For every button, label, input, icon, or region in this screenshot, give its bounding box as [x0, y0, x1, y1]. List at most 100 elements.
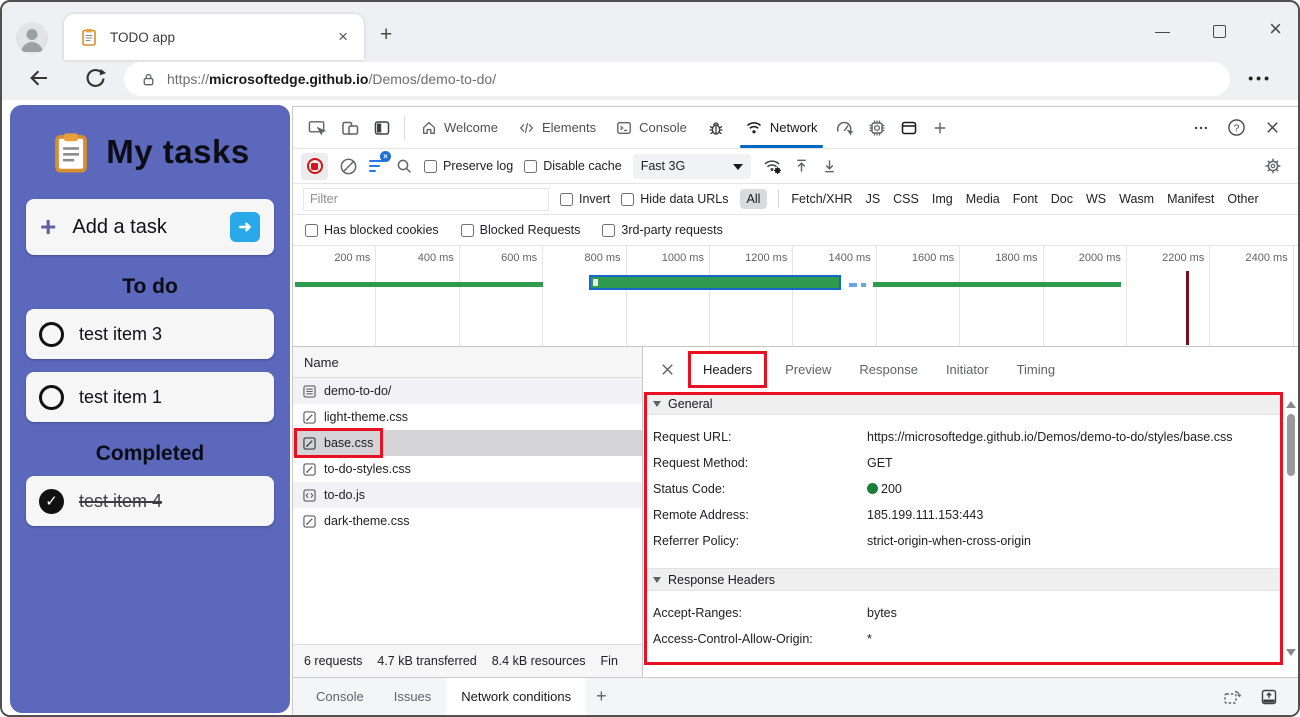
- browser-tab[interactable]: TODO app ×: [64, 14, 364, 60]
- task-item[interactable]: test item 1: [26, 372, 274, 422]
- profile-avatar[interactable]: [16, 22, 48, 54]
- task-checkbox-icon[interactable]: [39, 321, 64, 347]
- window-close-button[interactable]: ×: [1269, 16, 1282, 42]
- network-overview-timeline[interactable]: 200 ms 400 ms 600 ms 800 ms 1000 ms 1200…: [293, 246, 1298, 347]
- tab-label: Network: [769, 120, 818, 135]
- export-har-icon[interactable]: [821, 157, 838, 175]
- request-row-selected[interactable]: base.css: [293, 430, 642, 456]
- filter-type-all[interactable]: All: [739, 189, 768, 209]
- has-blocked-cookies-checkbox[interactable]: Has blocked cookies: [305, 223, 439, 237]
- search-button[interactable]: [395, 157, 413, 175]
- network-conditions-icon[interactable]: [762, 157, 782, 175]
- request-row[interactable]: dark-theme.css: [293, 508, 642, 534]
- record-button[interactable]: [301, 152, 328, 180]
- add-task-button[interactable]: + Add a task ➜: [26, 199, 274, 255]
- panel-layout-button[interactable]: [366, 119, 398, 137]
- layout-drawer-icon[interactable]: [893, 119, 925, 137]
- submit-task-button[interactable]: ➜: [230, 212, 260, 242]
- help-icon[interactable]: ?: [1220, 118, 1253, 137]
- inspect-element-button[interactable]: [301, 119, 334, 137]
- checkbox-icon: [424, 159, 437, 173]
- filter-type[interactable]: Img: [931, 192, 954, 206]
- filter-type[interactable]: Fetch/XHR: [790, 192, 853, 206]
- scroll-down-icon[interactable]: [1286, 649, 1296, 661]
- tab-welcome[interactable]: Welcome: [411, 107, 508, 148]
- address-bar[interactable]: https://microsoftedge.github.io/Demos/de…: [124, 62, 1230, 96]
- new-tab-button[interactable]: +: [380, 24, 392, 45]
- preserve-log-checkbox[interactable]: Preserve log: [424, 159, 513, 173]
- browser-menu-button[interactable]: •••: [1248, 70, 1272, 86]
- clear-button[interactable]: [339, 157, 358, 176]
- task-item-completed[interactable]: ✓ test item 4: [26, 476, 274, 526]
- filter-input[interactable]: [303, 187, 549, 211]
- summary-transferred: 4.7 kB transferred: [377, 654, 477, 668]
- refresh-button[interactable]: [84, 67, 107, 90]
- disable-cache-checkbox[interactable]: Disable cache: [524, 159, 622, 173]
- filter-type[interactable]: Wasm: [1118, 192, 1155, 206]
- hide-data-urls-checkbox[interactable]: Hide data URLs: [621, 192, 729, 206]
- blocked-requests-checkbox[interactable]: Blocked Requests: [460, 223, 580, 237]
- filter-toggle-button[interactable]: ×: [369, 151, 391, 175]
- response-headers-section-header[interactable]: Response Headers: [644, 568, 1283, 591]
- dock-panel-icon[interactable]: [1260, 688, 1278, 706]
- timeline-tick: 1200 ms: [710, 246, 794, 346]
- filter-type[interactable]: Media: [965, 192, 1001, 206]
- scrollbar[interactable]: [1284, 392, 1298, 665]
- filter-type[interactable]: Other: [1226, 192, 1259, 206]
- tab-elements[interactable]: Elements: [508, 107, 606, 148]
- minimize-button[interactable]: [1155, 32, 1170, 33]
- filter-type[interactable]: WS: [1085, 192, 1107, 206]
- devtools-more-button[interactable]: [1186, 120, 1216, 136]
- tab-response[interactable]: Response: [845, 362, 932, 377]
- request-row[interactable]: to-do-styles.css: [293, 456, 642, 482]
- third-party-requests-checkbox[interactable]: 3rd-party requests: [602, 223, 723, 237]
- maximize-button[interactable]: [1213, 25, 1226, 38]
- task-checkbox-icon[interactable]: [39, 384, 64, 410]
- drawer-add-tab-button[interactable]: +: [586, 686, 617, 707]
- device-emulation-button[interactable]: [334, 119, 366, 137]
- network-settings-gear-icon[interactable]: [1264, 157, 1290, 175]
- checkbox-label: Has blocked cookies: [324, 223, 439, 237]
- drawer-tab-issues[interactable]: Issues: [379, 678, 447, 715]
- performance-icon[interactable]: [828, 119, 861, 136]
- tab-close-icon[interactable]: ×: [334, 27, 352, 47]
- close-details-button[interactable]: [651, 361, 684, 378]
- throttling-select[interactable]: Fast 3G: [632, 153, 751, 179]
- task-checked-icon[interactable]: ✓: [39, 488, 64, 514]
- task-item[interactable]: test item 3: [26, 309, 274, 359]
- filter-type[interactable]: Manifest: [1166, 192, 1215, 206]
- filter-type[interactable]: JS: [865, 192, 882, 206]
- back-button[interactable]: [28, 67, 50, 89]
- request-row[interactable]: demo-to-do/: [293, 378, 642, 404]
- filter-type[interactable]: Doc: [1050, 192, 1074, 206]
- memory-chip-icon[interactable]: [861, 119, 893, 137]
- tab-console[interactable]: Console: [606, 107, 697, 148]
- tab-network[interactable]: Network: [734, 107, 828, 148]
- tab-debugger[interactable]: [697, 107, 735, 148]
- checkbox-icon: [560, 192, 573, 206]
- more-tabs-button[interactable]: [925, 120, 955, 136]
- tab-headers[interactable]: Headers: [688, 351, 768, 388]
- drawer-tab-network-conditions[interactable]: Network conditions: [446, 678, 587, 715]
- page-title: My tasks: [106, 133, 250, 170]
- drawer-tab-console[interactable]: Console: [301, 678, 379, 715]
- request-row[interactable]: light-theme.css: [293, 404, 642, 430]
- requests-list: Name demo-to-do/ light-theme.css base.cs…: [293, 347, 643, 677]
- filter-type[interactable]: Font: [1012, 192, 1039, 206]
- device-frame-icon[interactable]: [1223, 688, 1242, 706]
- scroll-up-icon[interactable]: [1286, 396, 1296, 408]
- header-value: 200: [867, 481, 1271, 498]
- request-row[interactable]: to-do.js: [293, 482, 642, 508]
- invert-checkbox[interactable]: Invert: [560, 192, 610, 206]
- headers-content: General Request URL: https://microsofted…: [644, 392, 1283, 665]
- scrollbar-thumb[interactable]: [1287, 414, 1295, 476]
- name-column-header[interactable]: Name: [293, 347, 642, 378]
- tab-preview[interactable]: Preview: [771, 362, 845, 377]
- general-section-header[interactable]: General: [644, 392, 1283, 415]
- filter-type[interactable]: CSS: [892, 192, 920, 206]
- import-har-icon[interactable]: [793, 157, 810, 175]
- devtools-close-button[interactable]: [1257, 119, 1288, 136]
- tab-initiator[interactable]: Initiator: [932, 362, 1003, 377]
- tab-timing[interactable]: Timing: [1003, 362, 1070, 377]
- header-key: Status Code:: [653, 481, 726, 496]
